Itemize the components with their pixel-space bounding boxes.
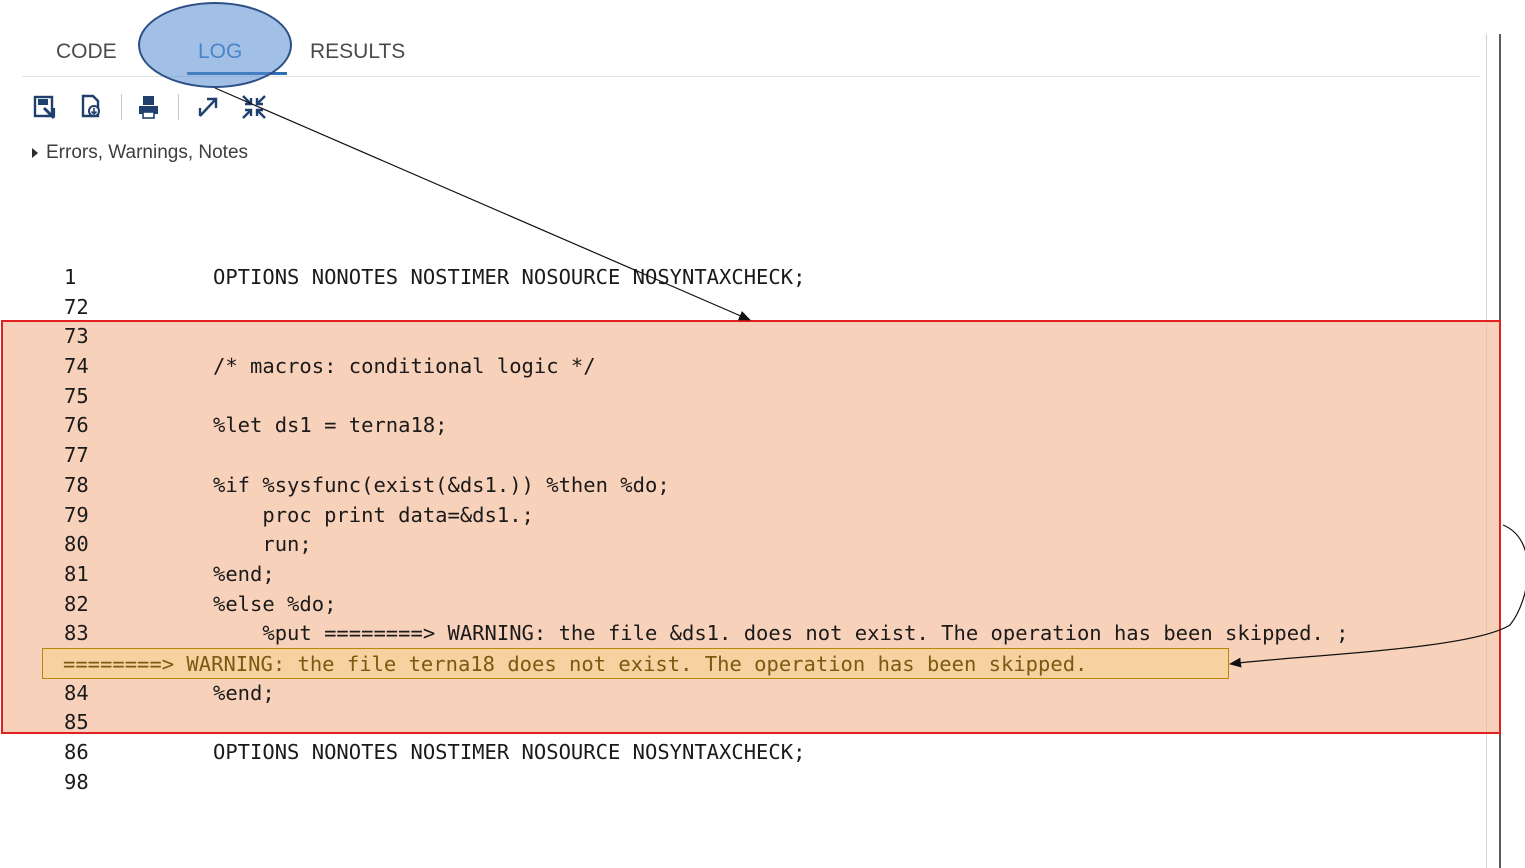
log-line: 74 /* macros: conditional logic */ [0, 351, 1525, 381]
tab-code[interactable]: CODE [56, 40, 117, 64]
log-line: 72 [0, 292, 1525, 322]
line-code: %let ds1 = terna18; [213, 413, 448, 437]
line-number: 80 [64, 532, 89, 556]
line-code: /* macros: conditional logic */ [213, 354, 596, 378]
line-number: 78 [64, 473, 89, 497]
tab-log[interactable]: LOG [198, 40, 242, 64]
line-number: 81 [64, 562, 89, 586]
line-code: %put ========> WARNING: the file &ds1. d… [213, 621, 1349, 645]
log-line: 80 run; [0, 529, 1525, 559]
log-line: 86 OPTIONS NONOTES NOSTIMER NOSOURCE NOSY… [0, 737, 1525, 767]
sas-studio-log-page: CODE LOG RESULTS Errors, Warnings, Notes… [0, 0, 1525, 868]
log-line: 76 %let ds1 = terna18; [0, 410, 1525, 440]
line-code: %end; [213, 681, 275, 705]
line-number: 84 [64, 681, 89, 705]
line-number: 75 [64, 384, 89, 408]
line-number: 79 [64, 503, 89, 527]
log-line: 85 [0, 707, 1525, 737]
warning-message: ========> WARNING: the file terna18 does… [63, 652, 1088, 676]
tab-results[interactable]: RESULTS [310, 40, 405, 64]
line-number: 1 [64, 265, 77, 289]
log-line: 83 %put ========> WARNING: the file &ds1… [0, 618, 1525, 648]
line-number: 86 [64, 740, 89, 764]
log-line: 77 [0, 440, 1525, 470]
line-code: run; [213, 532, 312, 556]
log-line: 78 %if %sysfunc(exist(&ds1.)) %then %do; [0, 470, 1525, 500]
log-line: 98 [0, 767, 1525, 797]
line-number: 76 [64, 413, 89, 437]
log-line: 73 [0, 321, 1525, 351]
line-number: 72 [64, 295, 89, 319]
line-code: OPTIONS NONOTES NOSTIMER NOSOURCE NOSYNT… [213, 265, 806, 289]
caret-right-icon [32, 148, 38, 158]
line-number: 83 [64, 621, 89, 645]
log-line: 1 OPTIONS NONOTES NOSTIMER NOSOURCE NOSYN… [0, 262, 1525, 292]
log-line: 79 proc print data=&ds1.; [0, 500, 1525, 530]
log-line: 82 %else %do; [0, 589, 1525, 619]
tab-bar: CODE LOG RESULTS [22, 30, 1480, 77]
line-number: 74 [64, 354, 89, 378]
line-code: %end; [213, 562, 275, 586]
download-log-icon[interactable] [76, 92, 106, 122]
filter-label: Errors, Warnings, Notes [46, 142, 249, 163]
errors-warnings-notes-toggle[interactable]: Errors, Warnings, Notes [32, 142, 248, 164]
line-number: 77 [64, 443, 89, 467]
toolbar-separator [178, 94, 179, 120]
log-toolbar [30, 92, 290, 124]
toolbar-separator [121, 94, 122, 120]
expand-icon[interactable] [192, 92, 222, 122]
log-line: 84 %end; [0, 678, 1525, 708]
active-tab-indicator [187, 72, 287, 75]
print-icon[interactable] [134, 92, 164, 122]
line-code: OPTIONS NONOTES NOSTIMER NOSOURCE NOSYNT… [213, 740, 806, 764]
line-code: %if %sysfunc(exist(&ds1.)) %then %do; [213, 473, 670, 497]
log-line: 81 %end; [0, 559, 1525, 589]
line-number: 73 [64, 324, 89, 348]
collapse-icon[interactable] [239, 92, 269, 122]
line-number: 98 [64, 770, 89, 794]
log-line: 75 [0, 381, 1525, 411]
line-code: proc print data=&ds1.; [213, 503, 534, 527]
line-number: 82 [64, 592, 89, 616]
line-number: 85 [64, 710, 89, 734]
line-code: %else %do; [213, 592, 337, 616]
save-log-icon[interactable] [30, 92, 60, 122]
